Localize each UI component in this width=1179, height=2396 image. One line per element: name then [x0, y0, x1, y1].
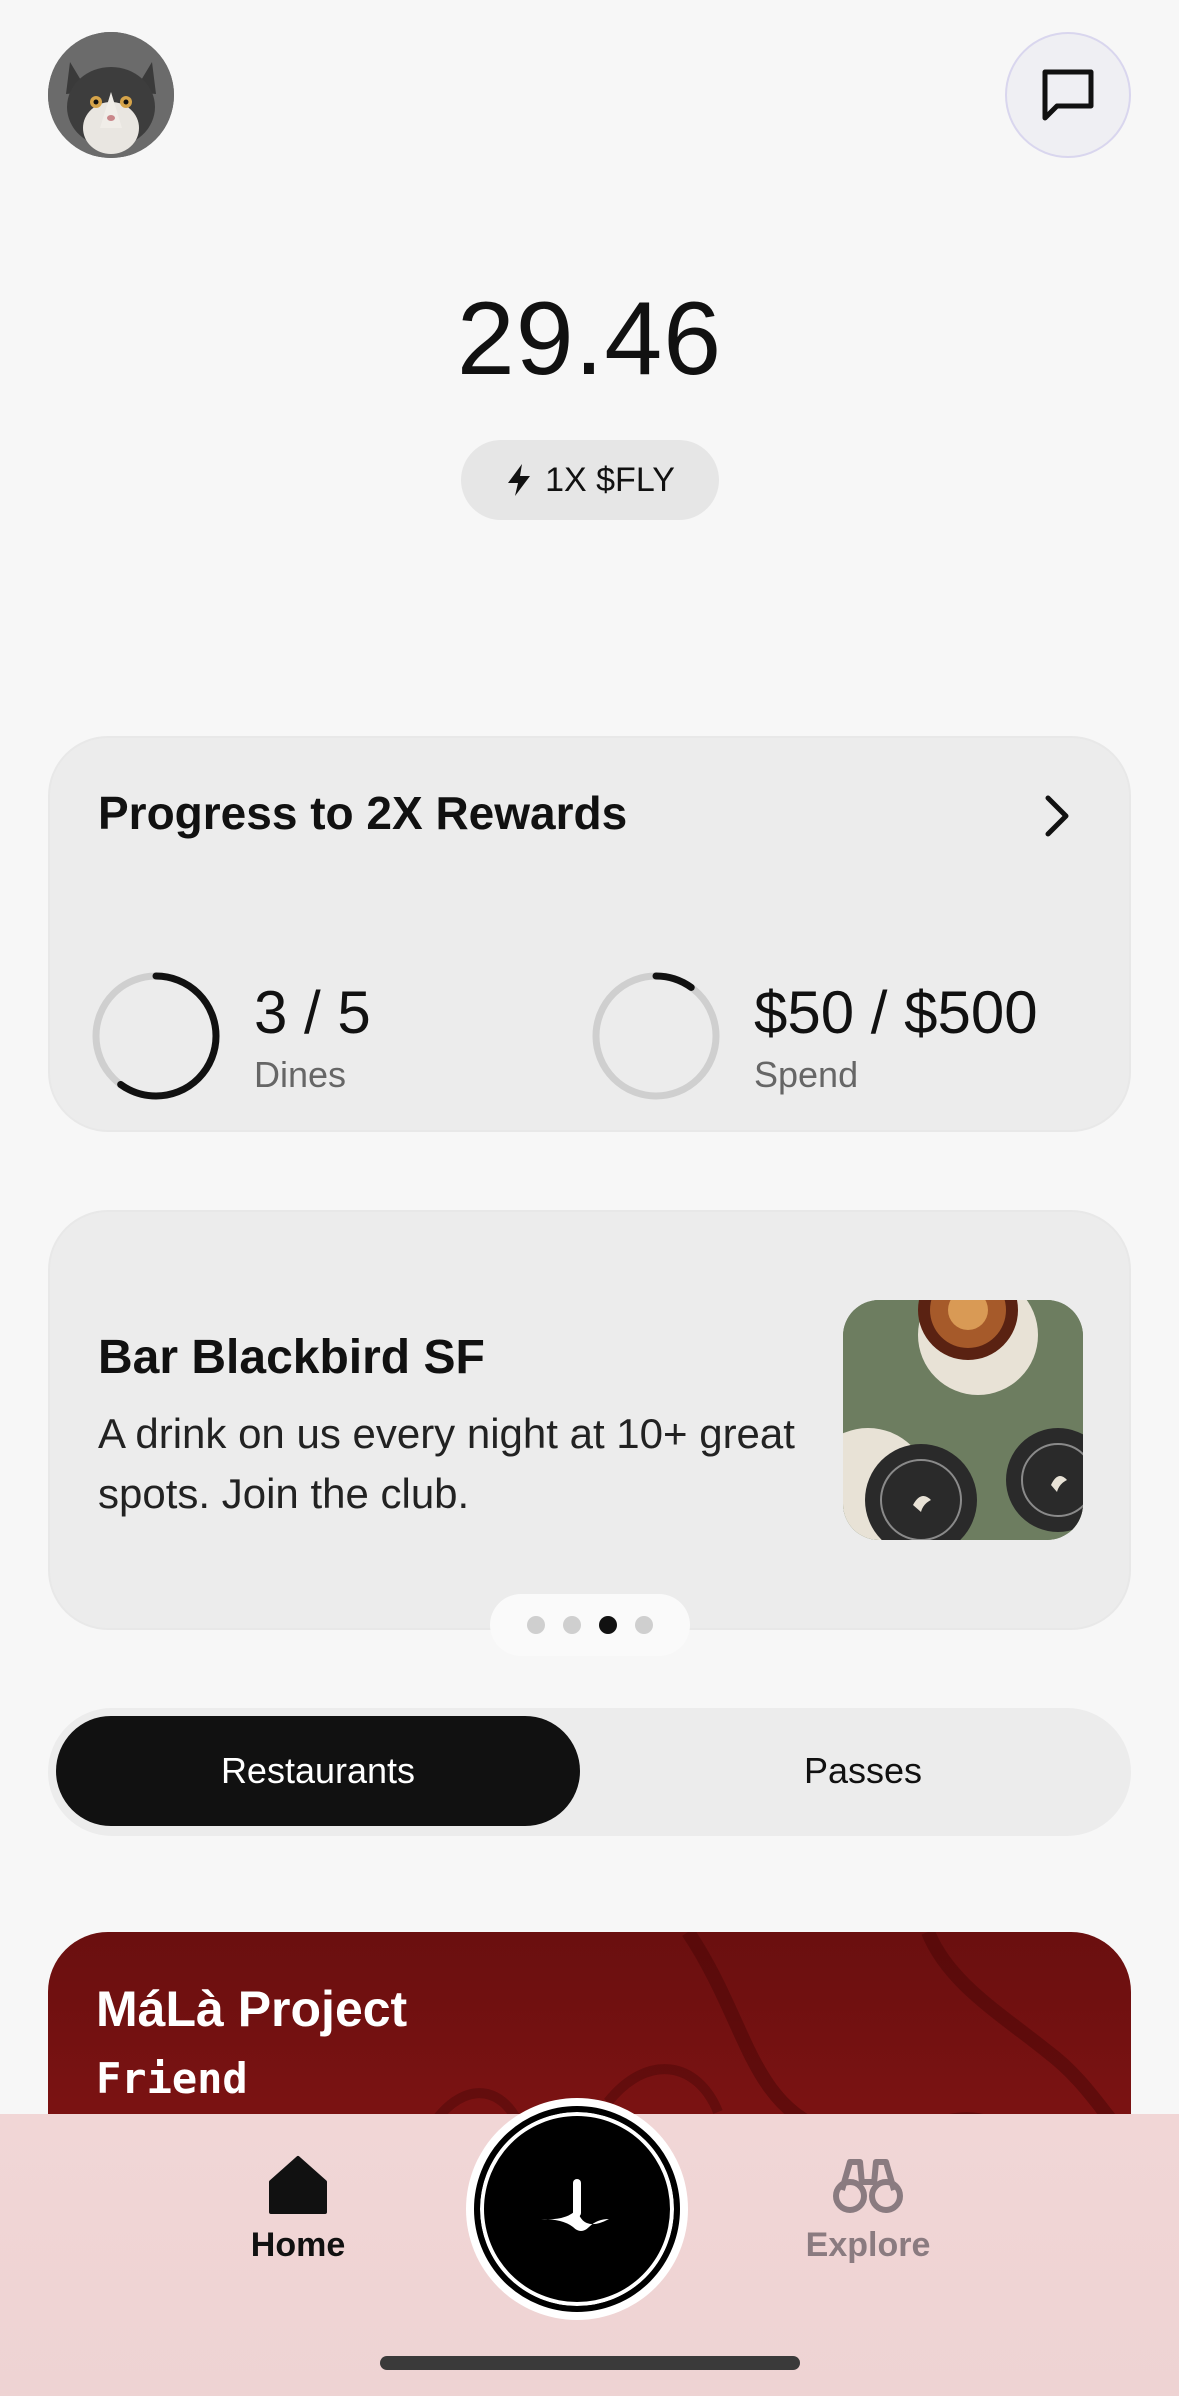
- binoculars-icon: [833, 2159, 903, 2213]
- fly-logo-icon: [541, 2179, 609, 2231]
- profile-avatar[interactable]: [48, 32, 174, 158]
- carousel-dot[interactable]: [635, 1616, 653, 1634]
- category-tabs: Restaurants Passes: [48, 1708, 1131, 1836]
- nav-explore-label: Explore: [805, 2226, 931, 2264]
- home-indicator: [380, 2356, 800, 2370]
- carousel-dot[interactable]: [599, 1616, 617, 1634]
- spend-progress-ring: [592, 972, 720, 1100]
- lightning-icon: [508, 464, 531, 496]
- rewards-progress-card[interactable]: Progress to 2X Rewards 3 / 5 Dines $50 /…: [48, 736, 1131, 1132]
- home-icon: [269, 2156, 327, 2214]
- home-screen: 29.46 1X $FLY Progress to 2X Rewards 3 /…: [0, 0, 1179, 2396]
- dines-progress-ring: [92, 972, 220, 1100]
- nav-home-label: Home: [250, 2226, 346, 2264]
- tab-restaurants[interactable]: Restaurants: [56, 1716, 580, 1826]
- messages-button[interactable]: [1005, 32, 1131, 158]
- spend-value: $50 / $500: [754, 979, 1038, 1046]
- center-action-inner: [474, 2106, 680, 2312]
- dines-label: Dines: [254, 1054, 347, 1095]
- chevron-right-icon[interactable]: [1042, 794, 1072, 838]
- dines-value: 3 / 5: [254, 979, 371, 1046]
- membership-tier: Friend: [96, 2054, 248, 2103]
- promo-image: [843, 1300, 1083, 1540]
- promo-description: A drink on us every night at 10+ great s…: [98, 1410, 795, 1517]
- carousel-dots[interactable]: [490, 1594, 690, 1656]
- promo-title: Bar Blackbird SF: [98, 1331, 485, 1384]
- restaurant-name: MáLà Project: [96, 1981, 408, 2037]
- carousel-dot[interactable]: [563, 1616, 581, 1634]
- nav-explore[interactable]: Explore: [788, 2154, 948, 2265]
- progress-title: Progress to 2X Rewards: [98, 787, 628, 839]
- multiplier-label: 1X $FLY: [545, 460, 675, 499]
- coasters-image: [843, 1300, 1083, 1540]
- tab-passes[interactable]: Passes: [608, 1716, 1118, 1826]
- fly-balance: 29.46: [456, 281, 723, 397]
- cat-avatar-image: [48, 32, 174, 158]
- center-action-button[interactable]: [466, 2098, 688, 2320]
- carousel-dot[interactable]: [527, 1616, 545, 1634]
- chat-bubble-icon: [1042, 69, 1094, 121]
- multiplier-badge[interactable]: 1X $FLY: [461, 440, 719, 520]
- nav-home[interactable]: Home: [218, 2154, 378, 2265]
- promo-card[interactable]: Bar Blackbird SF A drink on us every nig…: [48, 1210, 1131, 1630]
- spend-label: Spend: [754, 1054, 859, 1095]
